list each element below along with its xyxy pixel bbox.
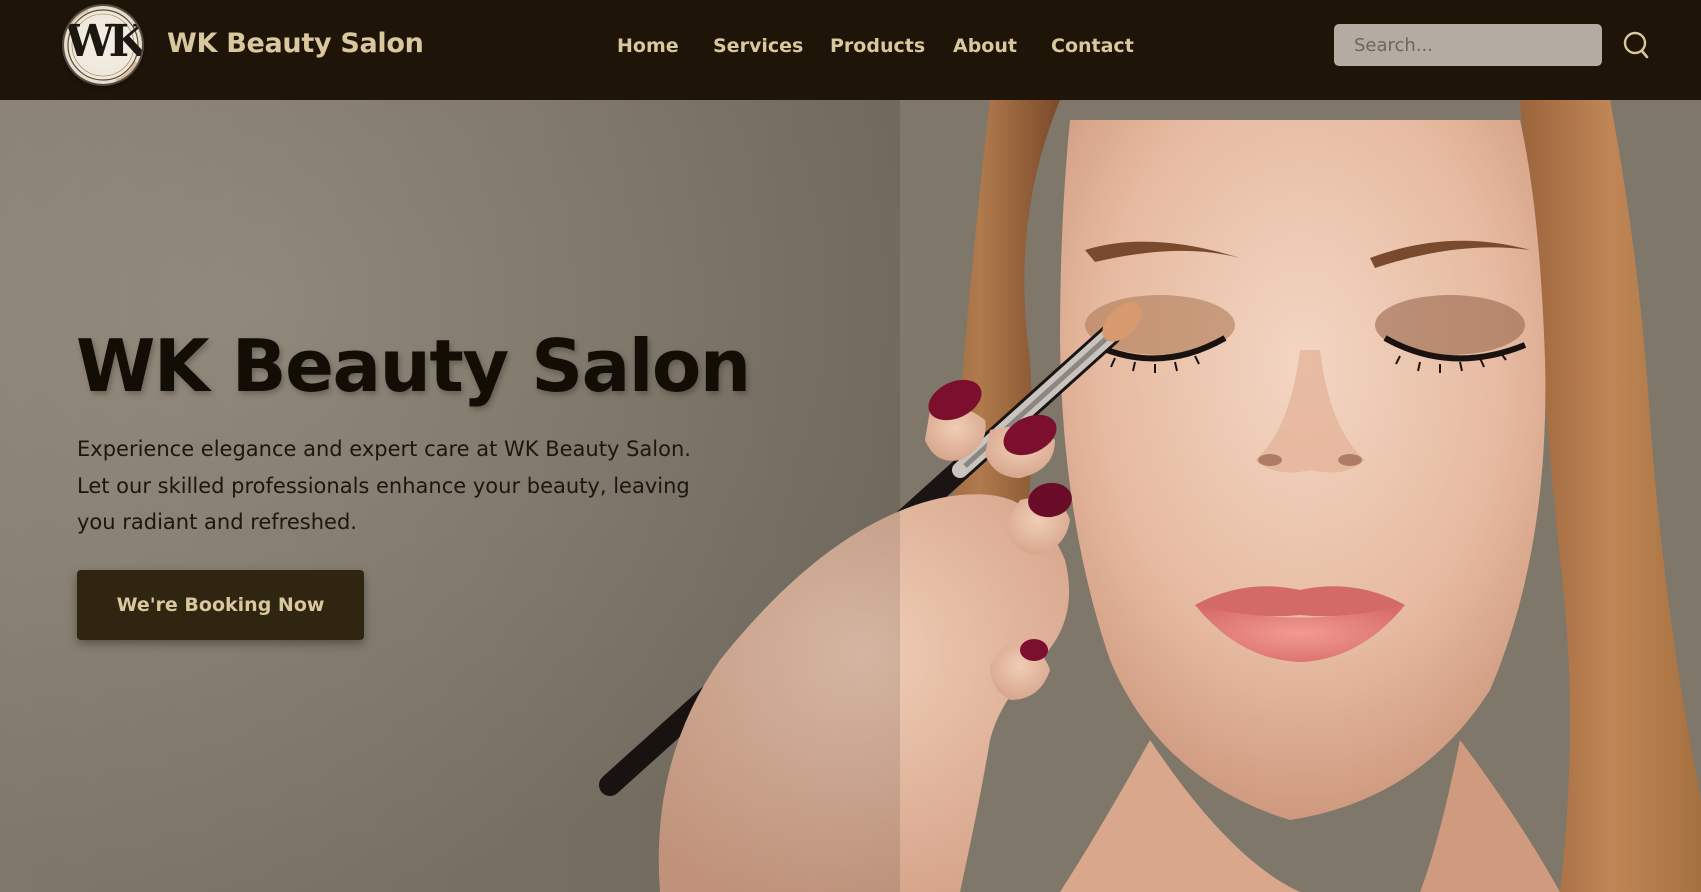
nav-about[interactable]: About <box>953 35 1051 57</box>
search-input[interactable] <box>1334 24 1602 66</box>
hero-title: WK Beauty Salon <box>76 324 751 408</box>
brand-name[interactable]: WK Beauty Salon <box>167 28 424 59</box>
search-icon[interactable] <box>1622 30 1650 60</box>
main-nav: Home Services Products About Contact <box>617 35 1134 57</box>
hero-description: Experience elegance and expert care at W… <box>77 437 691 534</box>
booking-button[interactable]: We're Booking Now <box>77 570 364 640</box>
logo-monogram: WK <box>65 16 142 67</box>
hero-section: WK Beauty Salon Experience elegance and … <box>0 100 1701 892</box>
nav-products[interactable]: Products <box>830 35 953 57</box>
site-header: WK WK Beauty Salon Home Services Product… <box>0 0 1701 100</box>
salon-logo[interactable]: WK <box>64 6 142 84</box>
nav-contact[interactable]: Contact <box>1051 35 1134 57</box>
nav-home[interactable]: Home <box>617 35 713 57</box>
nav-services[interactable]: Services <box>713 35 830 57</box>
